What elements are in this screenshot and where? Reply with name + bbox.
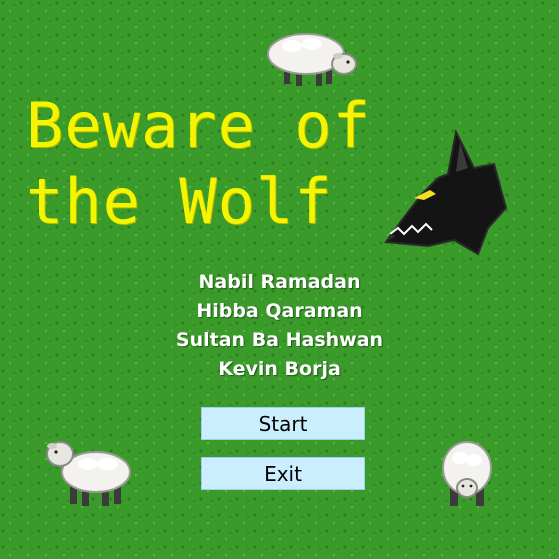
wolf-head-icon [384, 128, 508, 256]
game-title-line2: the Wolf [26, 165, 333, 238]
game-title-line1: Beware of [26, 89, 371, 162]
exit-button[interactable]: Exit [201, 457, 365, 490]
credit-name: Sultan Ba Hashwan [175, 329, 384, 351]
start-button[interactable]: Start [201, 407, 365, 440]
game-title: Beware of the Wolf [26, 88, 371, 240]
credit-name: Nabil Ramadan [198, 271, 361, 293]
credit-name: Hibba Qaraman [196, 300, 363, 322]
sheep-top-icon [267, 33, 357, 86]
sheep-right-icon [442, 441, 492, 506]
credits: Nabil Ramadan Hibba Qaraman Sultan Ba Ha… [0, 268, 559, 384]
sheep-left-icon [46, 441, 131, 506]
credit-name: Kevin Borja [218, 358, 341, 380]
